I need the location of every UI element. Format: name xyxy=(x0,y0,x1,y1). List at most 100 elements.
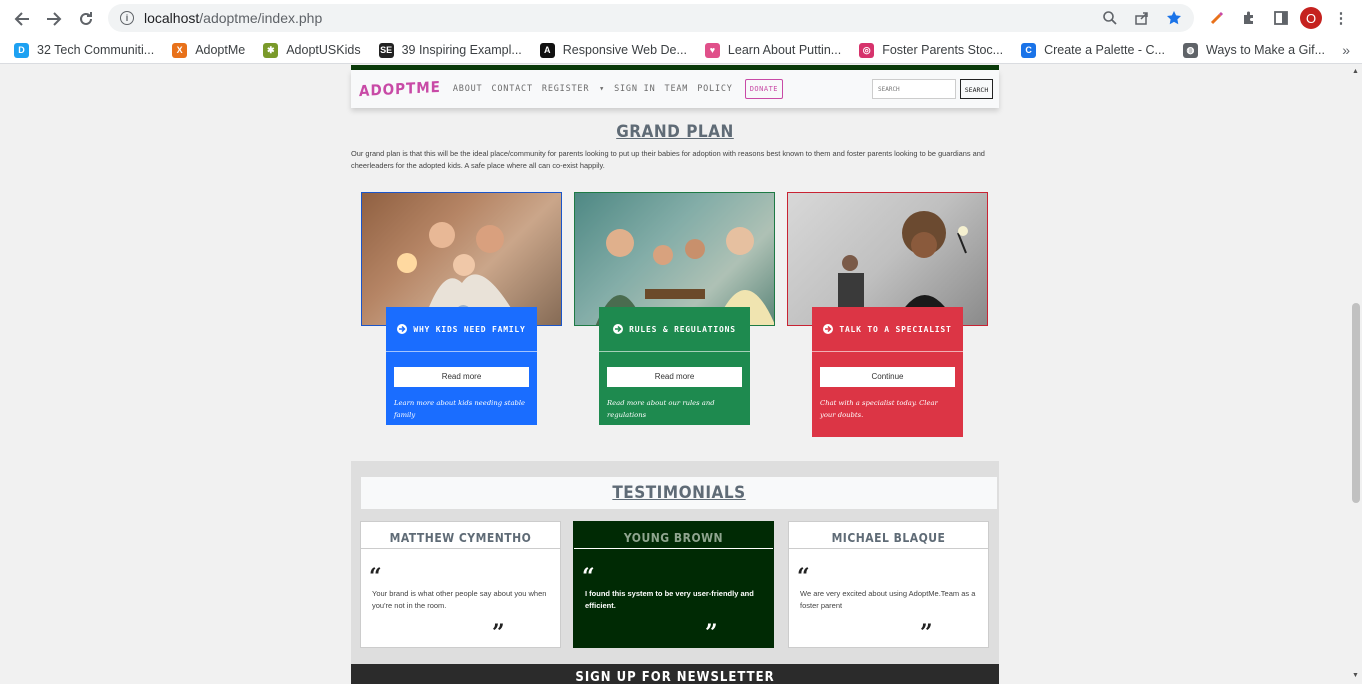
toolbar-extensions: O ⋮ xyxy=(1204,5,1354,31)
card-why-kids-title: WHY KIDS NEED FAMILY xyxy=(413,324,526,334)
bookmark-label: AdoptMe xyxy=(195,43,246,57)
card-specialist-heading[interactable]: TALK TO A SPECIALIST xyxy=(812,307,963,352)
family-photo xyxy=(361,192,562,326)
nav-contact[interactable]: CONTACT xyxy=(491,84,532,94)
page-scrollbar[interactable]: ▲ ▼ xyxy=(1350,65,1362,684)
testimonials-title: TESTIMONIALS xyxy=(361,477,997,509)
extensions-puzzle-icon[interactable] xyxy=(1236,5,1262,31)
card-why-kids: WHY KIDS NEED FAMILY Read more Learn mor… xyxy=(386,307,537,425)
specialist-continue-button[interactable]: Continue xyxy=(820,367,955,387)
testimonial-quote: We are very excited about using AdoptMe.… xyxy=(800,589,976,610)
bookmark-label: Foster Parents Stoc... xyxy=(882,43,1004,57)
grand-plan-title: GRAND PLAN xyxy=(616,122,734,142)
bookmark-item[interactable]: ♥ Learn About Puttin... xyxy=(704,42,842,58)
donate-button[interactable]: DONATE xyxy=(744,79,784,99)
close-quote-icon: ” xyxy=(705,620,718,646)
site-search-button[interactable]: SEARCH xyxy=(960,79,993,99)
bookmarks-overflow-icon[interactable]: » xyxy=(1342,42,1350,58)
open-quote-icon: “ xyxy=(797,564,810,590)
testimonials-section: TESTIMONIALS MATTHEW CYMENTHO “ Your bra… xyxy=(351,461,999,684)
share-icon[interactable] xyxy=(1130,8,1154,28)
arrow-right-circle-icon xyxy=(397,324,408,334)
bookmark-item[interactable]: ✱ AdoptUSKids xyxy=(263,42,361,58)
color-picker-extension-icon[interactable] xyxy=(1204,5,1230,31)
nav-sign-in[interactable]: SIGN IN xyxy=(614,84,655,94)
scroll-up-icon[interactable]: ▲ xyxy=(1352,68,1359,75)
bookmark-favicon-icon: X xyxy=(172,42,188,58)
reload-icon[interactable] xyxy=(70,3,102,35)
card-rules-heading[interactable]: RULES & REGULATIONS xyxy=(599,307,750,352)
bookmark-label: 39 Inspiring Exampl... xyxy=(401,43,522,57)
kebab-menu-icon[interactable]: ⋮ xyxy=(1328,5,1354,31)
bookmark-favicon-icon: A xyxy=(539,42,555,58)
bookmark-item[interactable]: A Responsive Web De... xyxy=(539,42,687,58)
back-arrow-icon[interactable] xyxy=(6,3,38,35)
bookmark-favicon-icon: C xyxy=(1021,42,1037,58)
bookmark-favicon-icon: ◎ xyxy=(859,42,875,58)
bookmark-label: 32 Tech Communiti... xyxy=(37,43,155,57)
bookmark-star-icon[interactable] xyxy=(1162,8,1186,28)
bookmark-label: Learn About Puttin... xyxy=(727,43,842,57)
card-specialist-title: TALK TO A SPECIALIST xyxy=(839,324,952,334)
site-search-input[interactable]: SEARCH xyxy=(872,79,956,99)
why-kids-read-more-button[interactable]: Read more xyxy=(394,367,529,387)
profile-avatar[interactable]: O xyxy=(1300,7,1322,29)
bookmark-favicon-icon: D xyxy=(14,42,29,58)
specialist-note: Chat with a specialist today. Clear your… xyxy=(820,399,938,419)
side-panel-icon[interactable] xyxy=(1268,5,1294,31)
open-quote-icon: “ xyxy=(369,564,382,590)
testimonial-name: YOUNG BROWN xyxy=(574,522,773,549)
bookmark-label: Create a Palette - C... xyxy=(1044,43,1165,57)
scroll-down-icon[interactable]: ▼ xyxy=(1352,672,1359,679)
bookmark-item[interactable]: SE 39 Inspiring Exampl... xyxy=(378,42,522,58)
testimonial-quote: Your brand is what other people say abou… xyxy=(372,589,547,610)
zoom-icon[interactable] xyxy=(1098,8,1122,28)
nav-about[interactable]: ABOUT xyxy=(453,84,483,94)
specialist-photo xyxy=(787,192,988,326)
bookmark-favicon-icon: SE xyxy=(378,42,394,58)
grandparents-photo xyxy=(574,192,775,326)
nav-policy[interactable]: POLICY xyxy=(697,84,733,94)
bookmark-item[interactable]: D 32 Tech Communiti... xyxy=(14,42,155,58)
bookmark-item[interactable]: X AdoptMe xyxy=(172,42,246,58)
site-info-icon[interactable]: i xyxy=(120,11,134,25)
scroll-thumb[interactable] xyxy=(1352,303,1360,503)
close-quote-icon: ” xyxy=(920,620,933,646)
bookmarks-bar: D 32 Tech Communiti... X AdoptMe ✱ AdoptUSKid… xyxy=(0,37,1362,64)
rules-read-more-button[interactable]: Read more xyxy=(607,367,742,387)
bookmark-favicon-icon: ✱ xyxy=(263,42,279,58)
bookmark-favicon-icon: ◍ xyxy=(1182,42,1198,58)
open-quote-icon: “ xyxy=(582,564,595,590)
why-kids-note: Learn more about kids needing stable fam… xyxy=(394,399,526,419)
bookmark-label: Ways to Make a Gif... xyxy=(1205,43,1325,57)
bookmark-item[interactable]: ◍ Ways to Make a Gif... xyxy=(1182,42,1325,58)
testimonial-card: YOUNG BROWN “ I found this system to be … xyxy=(573,521,774,648)
site-logo[interactable]: ADOPTME xyxy=(359,78,441,100)
address-bar-actions xyxy=(1098,8,1186,28)
page-viewport: ADOPTME ABOUT CONTACT REGISTER ▾ SIGN IN… xyxy=(0,65,1350,684)
rules-note: Read more about our rules and regulation… xyxy=(607,399,715,419)
close-quote-icon: ” xyxy=(492,620,505,646)
testimonial-name: MATTHEW CYMENTHO xyxy=(361,522,560,549)
bookmark-item[interactable]: C Create a Palette - C... xyxy=(1021,42,1165,58)
nav-team[interactable]: TEAM xyxy=(665,84,689,94)
nav-register-label: REGISTER xyxy=(541,84,590,94)
arrow-right-circle-icon xyxy=(613,324,624,334)
card-specialist: TALK TO A SPECIALIST Continue Chat with … xyxy=(812,307,963,437)
testimonial-quote: I found this system to be very user-frie… xyxy=(585,589,754,610)
url-text: localhost/adoptme/index.php xyxy=(144,10,323,26)
card-why-kids-heading[interactable]: WHY KIDS NEED FAMILY xyxy=(386,307,537,352)
card-rules: RULES & REGULATIONS Read more Read more … xyxy=(599,307,750,425)
testimonial-name: MICHAEL BLAQUE xyxy=(789,522,988,549)
bookmark-label: AdoptUSKids xyxy=(286,43,361,57)
arrow-right-circle-icon xyxy=(823,324,834,334)
browser-toolbar: i localhost/adoptme/index.php O ⋮ xyxy=(0,0,1362,37)
site-navbar: ADOPTME ABOUT CONTACT REGISTER ▾ SIGN IN… xyxy=(351,70,999,108)
card-rules-title: RULES & REGULATIONS xyxy=(629,324,736,334)
bookmark-item[interactable]: ◎ Foster Parents Stoc... xyxy=(859,42,1004,58)
nav-register[interactable]: REGISTER ▾ xyxy=(542,84,605,94)
grand-plan-text: Our grand plan is that this will be the … xyxy=(351,149,985,170)
forward-arrow-icon[interactable] xyxy=(38,3,70,35)
bookmark-favicon-icon: ♥ xyxy=(704,42,720,58)
address-bar[interactable]: i localhost/adoptme/index.php xyxy=(108,4,1194,32)
